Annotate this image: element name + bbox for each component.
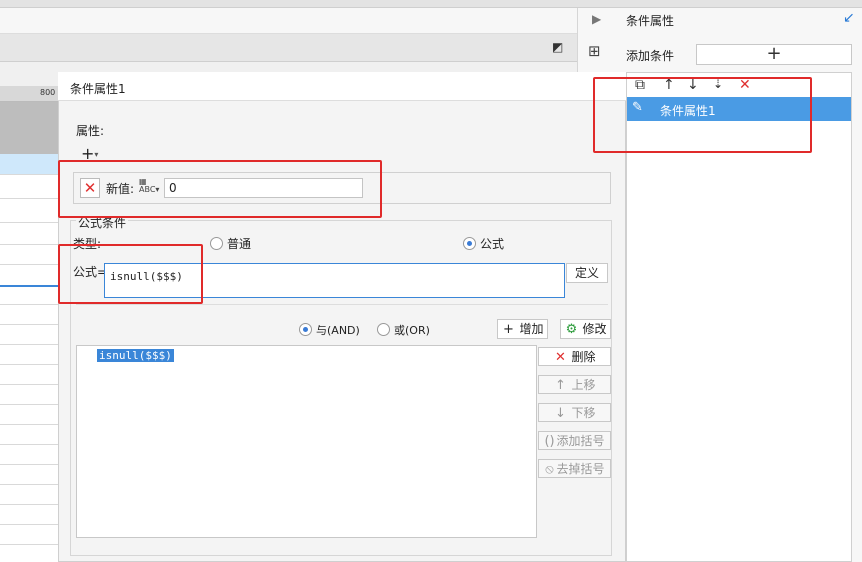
highlight-box: [58, 160, 382, 218]
radio-icon: [377, 323, 390, 336]
add-button[interactable]: + 增加: [497, 319, 548, 339]
radio-icon: [210, 237, 223, 250]
add-bracket-button[interactable]: () 添加括号: [538, 431, 611, 450]
ruler: 800: [0, 86, 58, 102]
divider: [76, 304, 608, 305]
sheet-grid[interactable]: [0, 154, 58, 562]
condition-expression-item[interactable]: isnull($$$): [97, 349, 174, 362]
define-button[interactable]: 定义: [566, 263, 608, 283]
top-bar: [0, 0, 862, 8]
expand-arrow-icon[interactable]: ▶: [592, 12, 601, 26]
collapse-icon[interactable]: ◩: [552, 40, 563, 54]
move-down-button[interactable]: ↓ 下移: [538, 403, 611, 422]
dialog-title-bar: 条件属性1: [58, 72, 626, 101]
add-condition-button[interactable]: +: [696, 44, 852, 65]
plus-icon: +: [503, 322, 514, 337]
tab-strip: [0, 8, 577, 34]
condition-expression-list[interactable]: isnull($$$): [76, 345, 537, 538]
radio-checked-icon: [463, 237, 476, 250]
delete-icon: ✕: [555, 350, 566, 365]
edit-gear-icon: ⚙: [565, 322, 578, 337]
dialog-title: 条件属性1: [70, 82, 126, 96]
remove-bracket-button[interactable]: ⦸ 去掉括号: [538, 459, 611, 478]
type-normal-radio[interactable]: 普通: [210, 235, 251, 252]
attribute-label: 属性:: [76, 124, 105, 138]
selected-row: [0, 154, 58, 174]
bracket-icon: (): [544, 434, 555, 449]
ruler-label: 800: [40, 88, 56, 97]
move-up-button[interactable]: ↑ 上移: [538, 375, 611, 394]
logic-or-radio[interactable]: 或(OR): [377, 322, 430, 338]
ruler-shade: [0, 102, 58, 154]
grid-icon[interactable]: ⊞: [588, 42, 606, 60]
delete-button[interactable]: ✕ 删除: [538, 347, 611, 366]
arrow-up-icon: ↑: [555, 378, 566, 393]
highlight-box: [58, 244, 203, 304]
add-condition-label: 添加条件: [626, 49, 675, 63]
toolbar-strip: ◩: [0, 34, 577, 62]
dock-icon[interactable]: ↙: [843, 10, 855, 26]
logic-and-radio[interactable]: 与(AND): [299, 322, 360, 338]
radio-checked-icon: [299, 323, 312, 336]
remove-bracket-icon: ⦸: [545, 462, 554, 477]
highlight-box: [593, 77, 812, 153]
type-formula-radio[interactable]: 公式: [463, 235, 504, 252]
panel-title: 条件属性: [626, 14, 675, 28]
arrow-down-icon: ↓: [555, 406, 566, 421]
modify-button[interactable]: ⚙ 修改: [560, 319, 611, 339]
